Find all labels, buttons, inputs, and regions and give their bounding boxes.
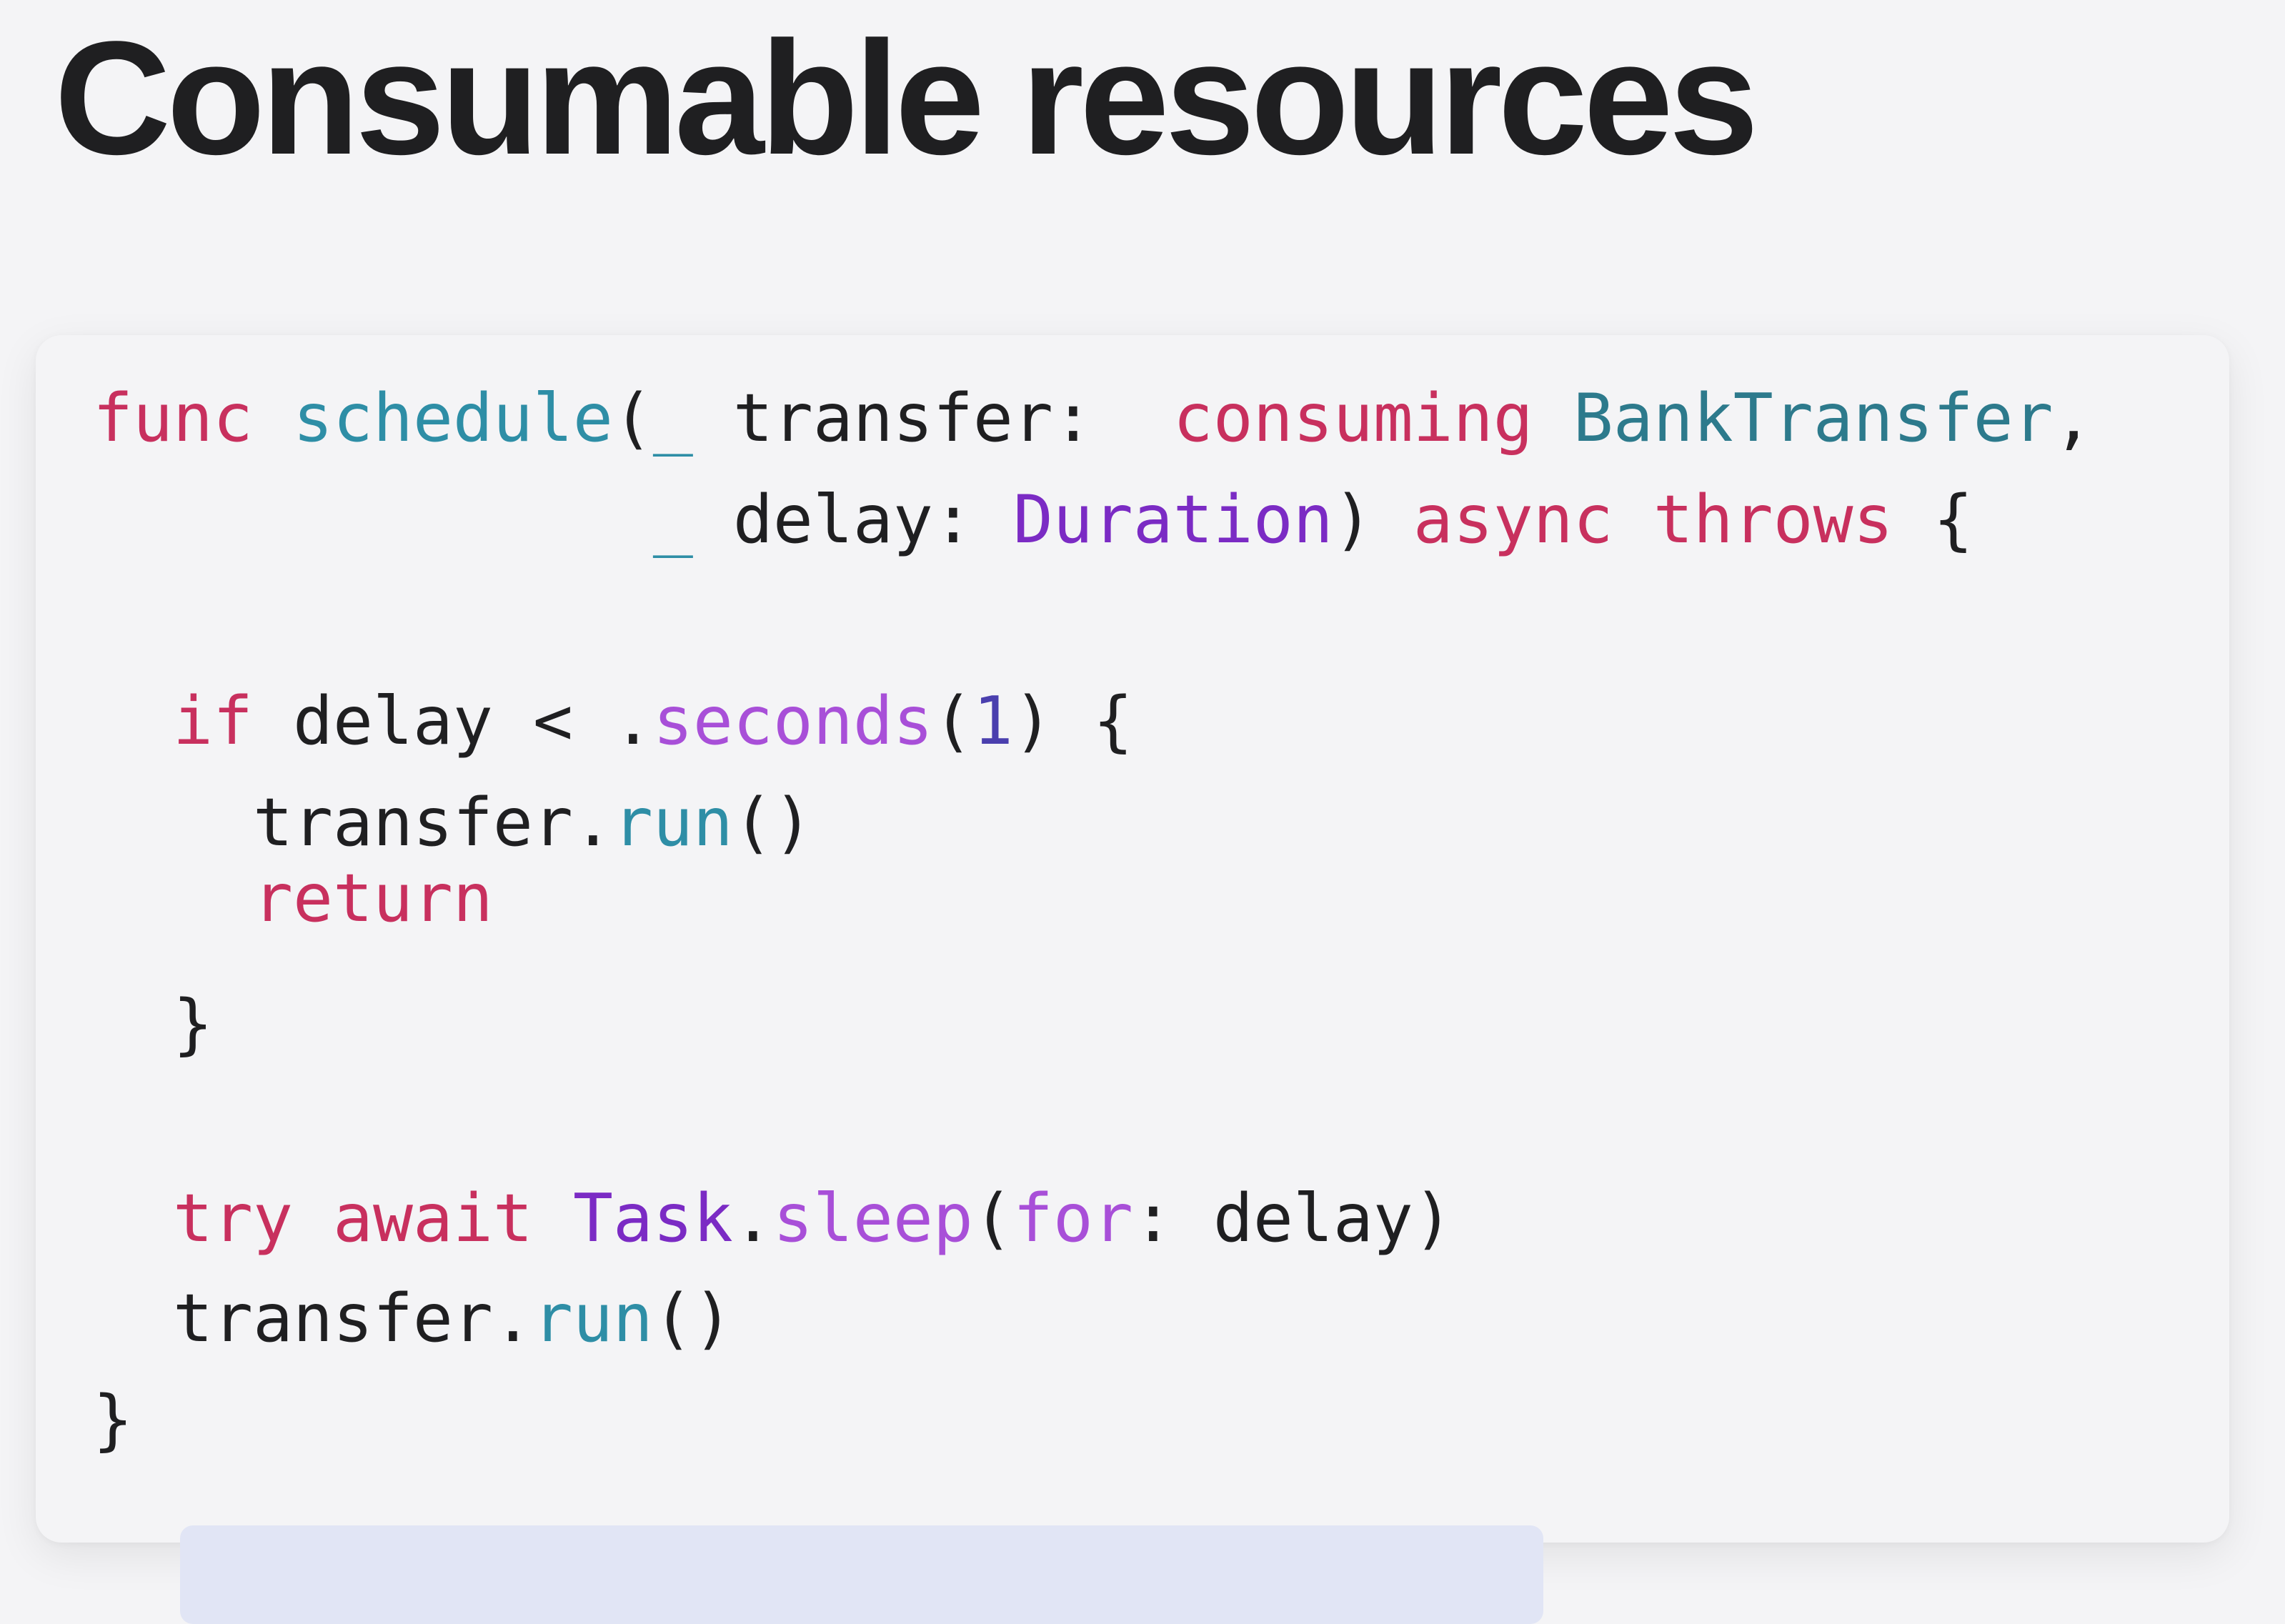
keyword-async: async [1413,481,1613,558]
keyword-consuming: consuming [1132,379,1533,457]
keyword-if: if [172,682,253,759]
param-delay: delay: [692,481,1013,558]
object-transfer: transfer. [172,1280,533,1357]
code-line-1: func schedule(_ transfer: consuming Bank… [93,379,2094,457]
code-line-7-highlighted: try await Task.sleep(for: delay) [172,1180,1453,1257]
code-line-5: return [93,855,493,941]
keyword-await: await [332,1180,533,1257]
code-line-2: _ delay: Duration) async throws { [652,481,1973,558]
object-transfer: transfer. [252,784,613,861]
function-name-schedule: schedule [292,379,613,457]
method-sleep: sleep [772,1180,973,1257]
underscore-label: _ [652,379,693,457]
code-line-8: transfer.run() [172,1280,733,1357]
type-duration: Duration [1012,481,1333,558]
number-literal: 1 [972,682,1013,759]
keyword-return: return [252,860,493,937]
code-line-9: } [93,1381,133,1458]
method-run: run [612,784,733,861]
keyword-func: func [93,379,253,457]
method-seconds: seconds [652,682,933,759]
method-run: run [532,1280,653,1357]
param-transfer: transfer: [692,379,1133,457]
type-task: Task [572,1180,733,1257]
code-line-4: transfer.run() [252,784,813,861]
underscore-label: _ [652,481,693,558]
highlighted-line-band [180,1525,1543,1624]
label-for: for [1012,1180,1133,1257]
keyword-try: try [172,1180,293,1257]
code-block: func schedule(_ transfer: consuming Bank… [36,335,2229,1624]
code-line-6: } [93,985,213,1062]
code-line-3: if delay < .seconds(1) { [172,682,1133,759]
keyword-throws: throws [1653,481,1893,558]
type-banktransfer: BankTransfer [1573,379,2053,457]
slide-title: Consumable resources [54,7,1758,188]
